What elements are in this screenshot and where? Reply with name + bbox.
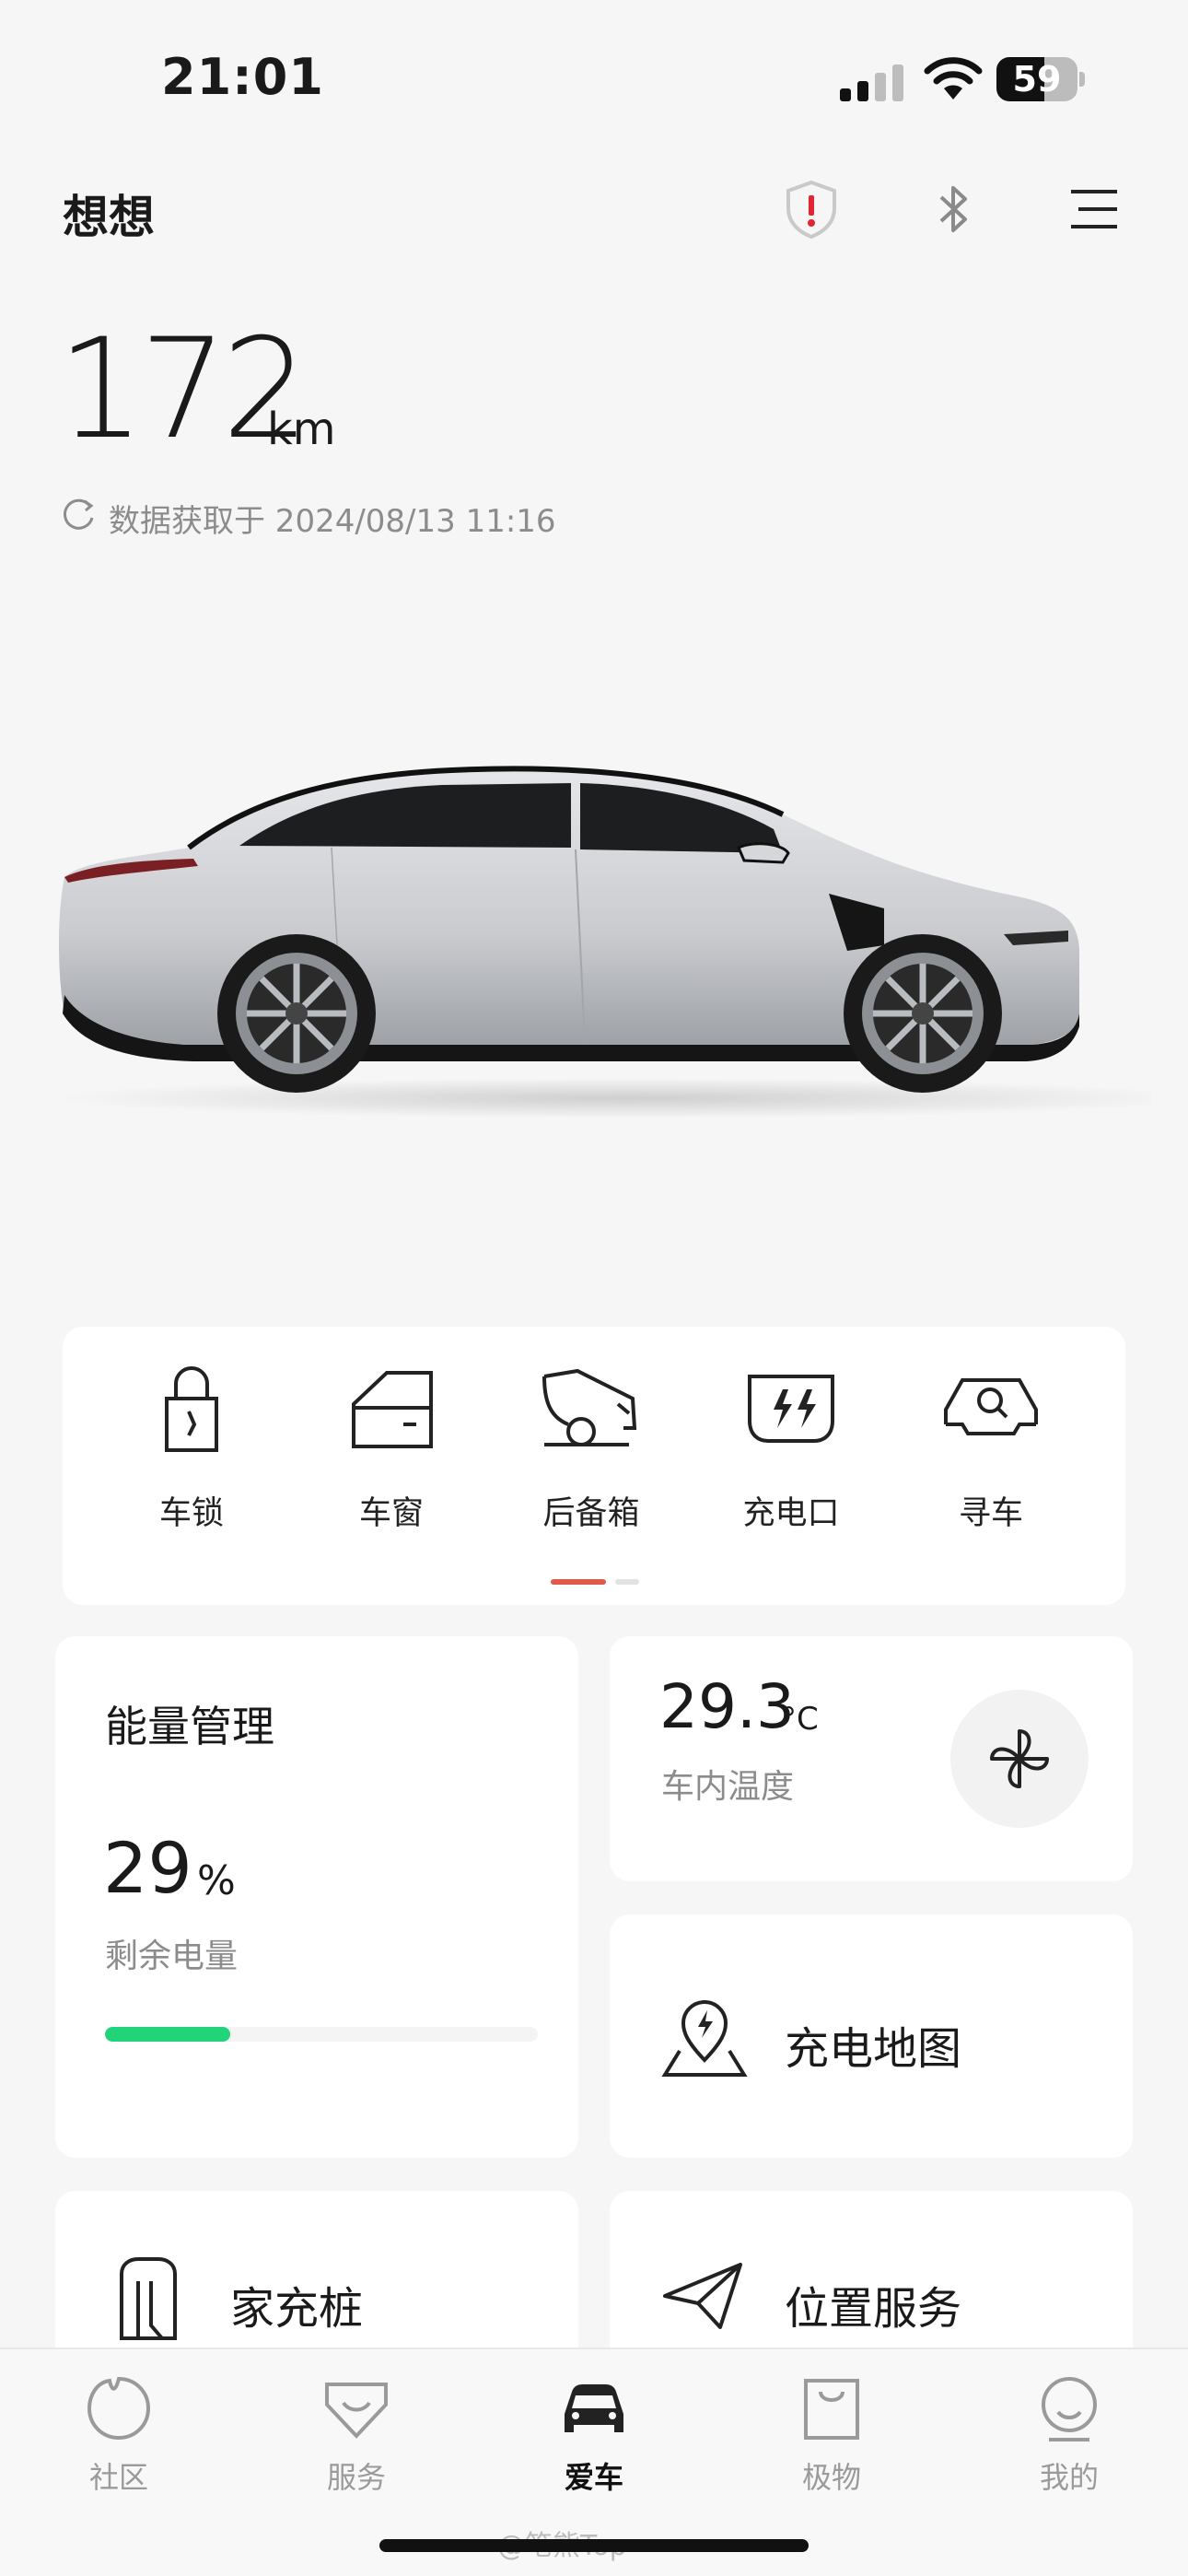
home-indicator[interactable] [379,2539,809,2552]
community-icon [87,2376,151,2441]
location-service-label: 位置服务 [785,2283,962,2335]
car-image [55,766,1151,1118]
profile-icon [1042,2377,1097,2441]
tab-community[interactable]: 社区 [50,2371,188,2497]
home-charger-icon [120,2257,177,2340]
tab-service[interactable]: 服务 [287,2371,425,2497]
service-icon [325,2383,388,2439]
charge-port-icon [748,1375,834,1443]
trunk-icon [542,1368,637,1446]
cabin-temperature-label: 车内温度 [661,1768,795,1806]
charging-map-icon [661,2000,748,2077]
cellular-signal-icon [840,64,903,101]
find-car-icon [944,1378,1038,1435]
security-alert-icon[interactable] [779,177,844,241]
quick-controls-card: 车锁 车窗 后备箱 充电口 寻车 [63,1327,1125,1605]
charging-map-label: 充电地图 [785,2023,962,2075]
battery-indicator: 59 [996,57,1085,101]
tab-car[interactable]: 爱车 [525,2371,663,2497]
send-location-icon [663,2263,742,2329]
page-dot-active [551,1579,606,1585]
tab-label: 服务 [326,2460,386,2495]
battery-progress-fill [105,2027,231,2042]
status-time: 21:01 [161,48,324,106]
quick-control-label: 车窗 [358,1495,424,1532]
wifi-icon [924,57,983,100]
menu-icon[interactable] [1062,177,1126,241]
range-unit: km [267,404,336,455]
tab-shop[interactable]: 极物 [763,2371,901,2497]
home-charger-label: 家充桩 [230,2283,364,2335]
quick-control-charge-port[interactable]: 充电口 [708,1364,874,1534]
page-indicator [551,1579,639,1585]
refresh-icon[interactable] [61,496,98,533]
energy-title: 能量管理 [105,1702,274,1751]
quick-control-lock[interactable]: 车锁 [109,1364,274,1534]
battery-percent-unit: % [197,1857,236,1904]
battery-progress-bar [105,2027,538,2042]
quick-control-window[interactable]: 车窗 [309,1364,474,1534]
fan-icon [990,1729,1049,1788]
bluetooth-icon[interactable] [921,177,985,241]
data-updated-time: 数据获取于 2024/08/13 11:16 [109,503,556,540]
quick-control-trunk[interactable]: 后备箱 [508,1364,674,1534]
battery-remaining-label: 剩余电量 [105,1938,239,1975]
page-dot [615,1579,639,1585]
cabin-temperature-unit: °C [781,1701,819,1738]
battery-percent: 59 [1012,59,1062,100]
fan-button[interactable] [950,1690,1089,1828]
tab-profile[interactable]: 我的 [1000,2371,1138,2497]
tab-label: 极物 [801,2460,861,2495]
car-icon [565,2384,623,2432]
tab-label: 我的 [1039,2460,1099,2495]
window-icon [352,1371,433,1448]
car-name[interactable]: 想想 [63,181,155,247]
tab-label: 爱车 [564,2460,623,2495]
lock-icon [165,1366,218,1452]
quick-control-label: 寻车 [958,1495,1023,1532]
cabin-temperature-value: 29.3 [659,1671,795,1742]
quick-control-label: 车锁 [158,1495,224,1532]
shop-bag-icon [804,2379,859,2440]
quick-control-find-car[interactable]: 寻车 [908,1364,1074,1534]
quick-control-label: 充电口 [742,1495,840,1532]
tab-label: 社区 [88,2460,148,2495]
quick-control-label: 后备箱 [542,1495,640,1532]
battery-percent-value: 29 [103,1827,192,1909]
